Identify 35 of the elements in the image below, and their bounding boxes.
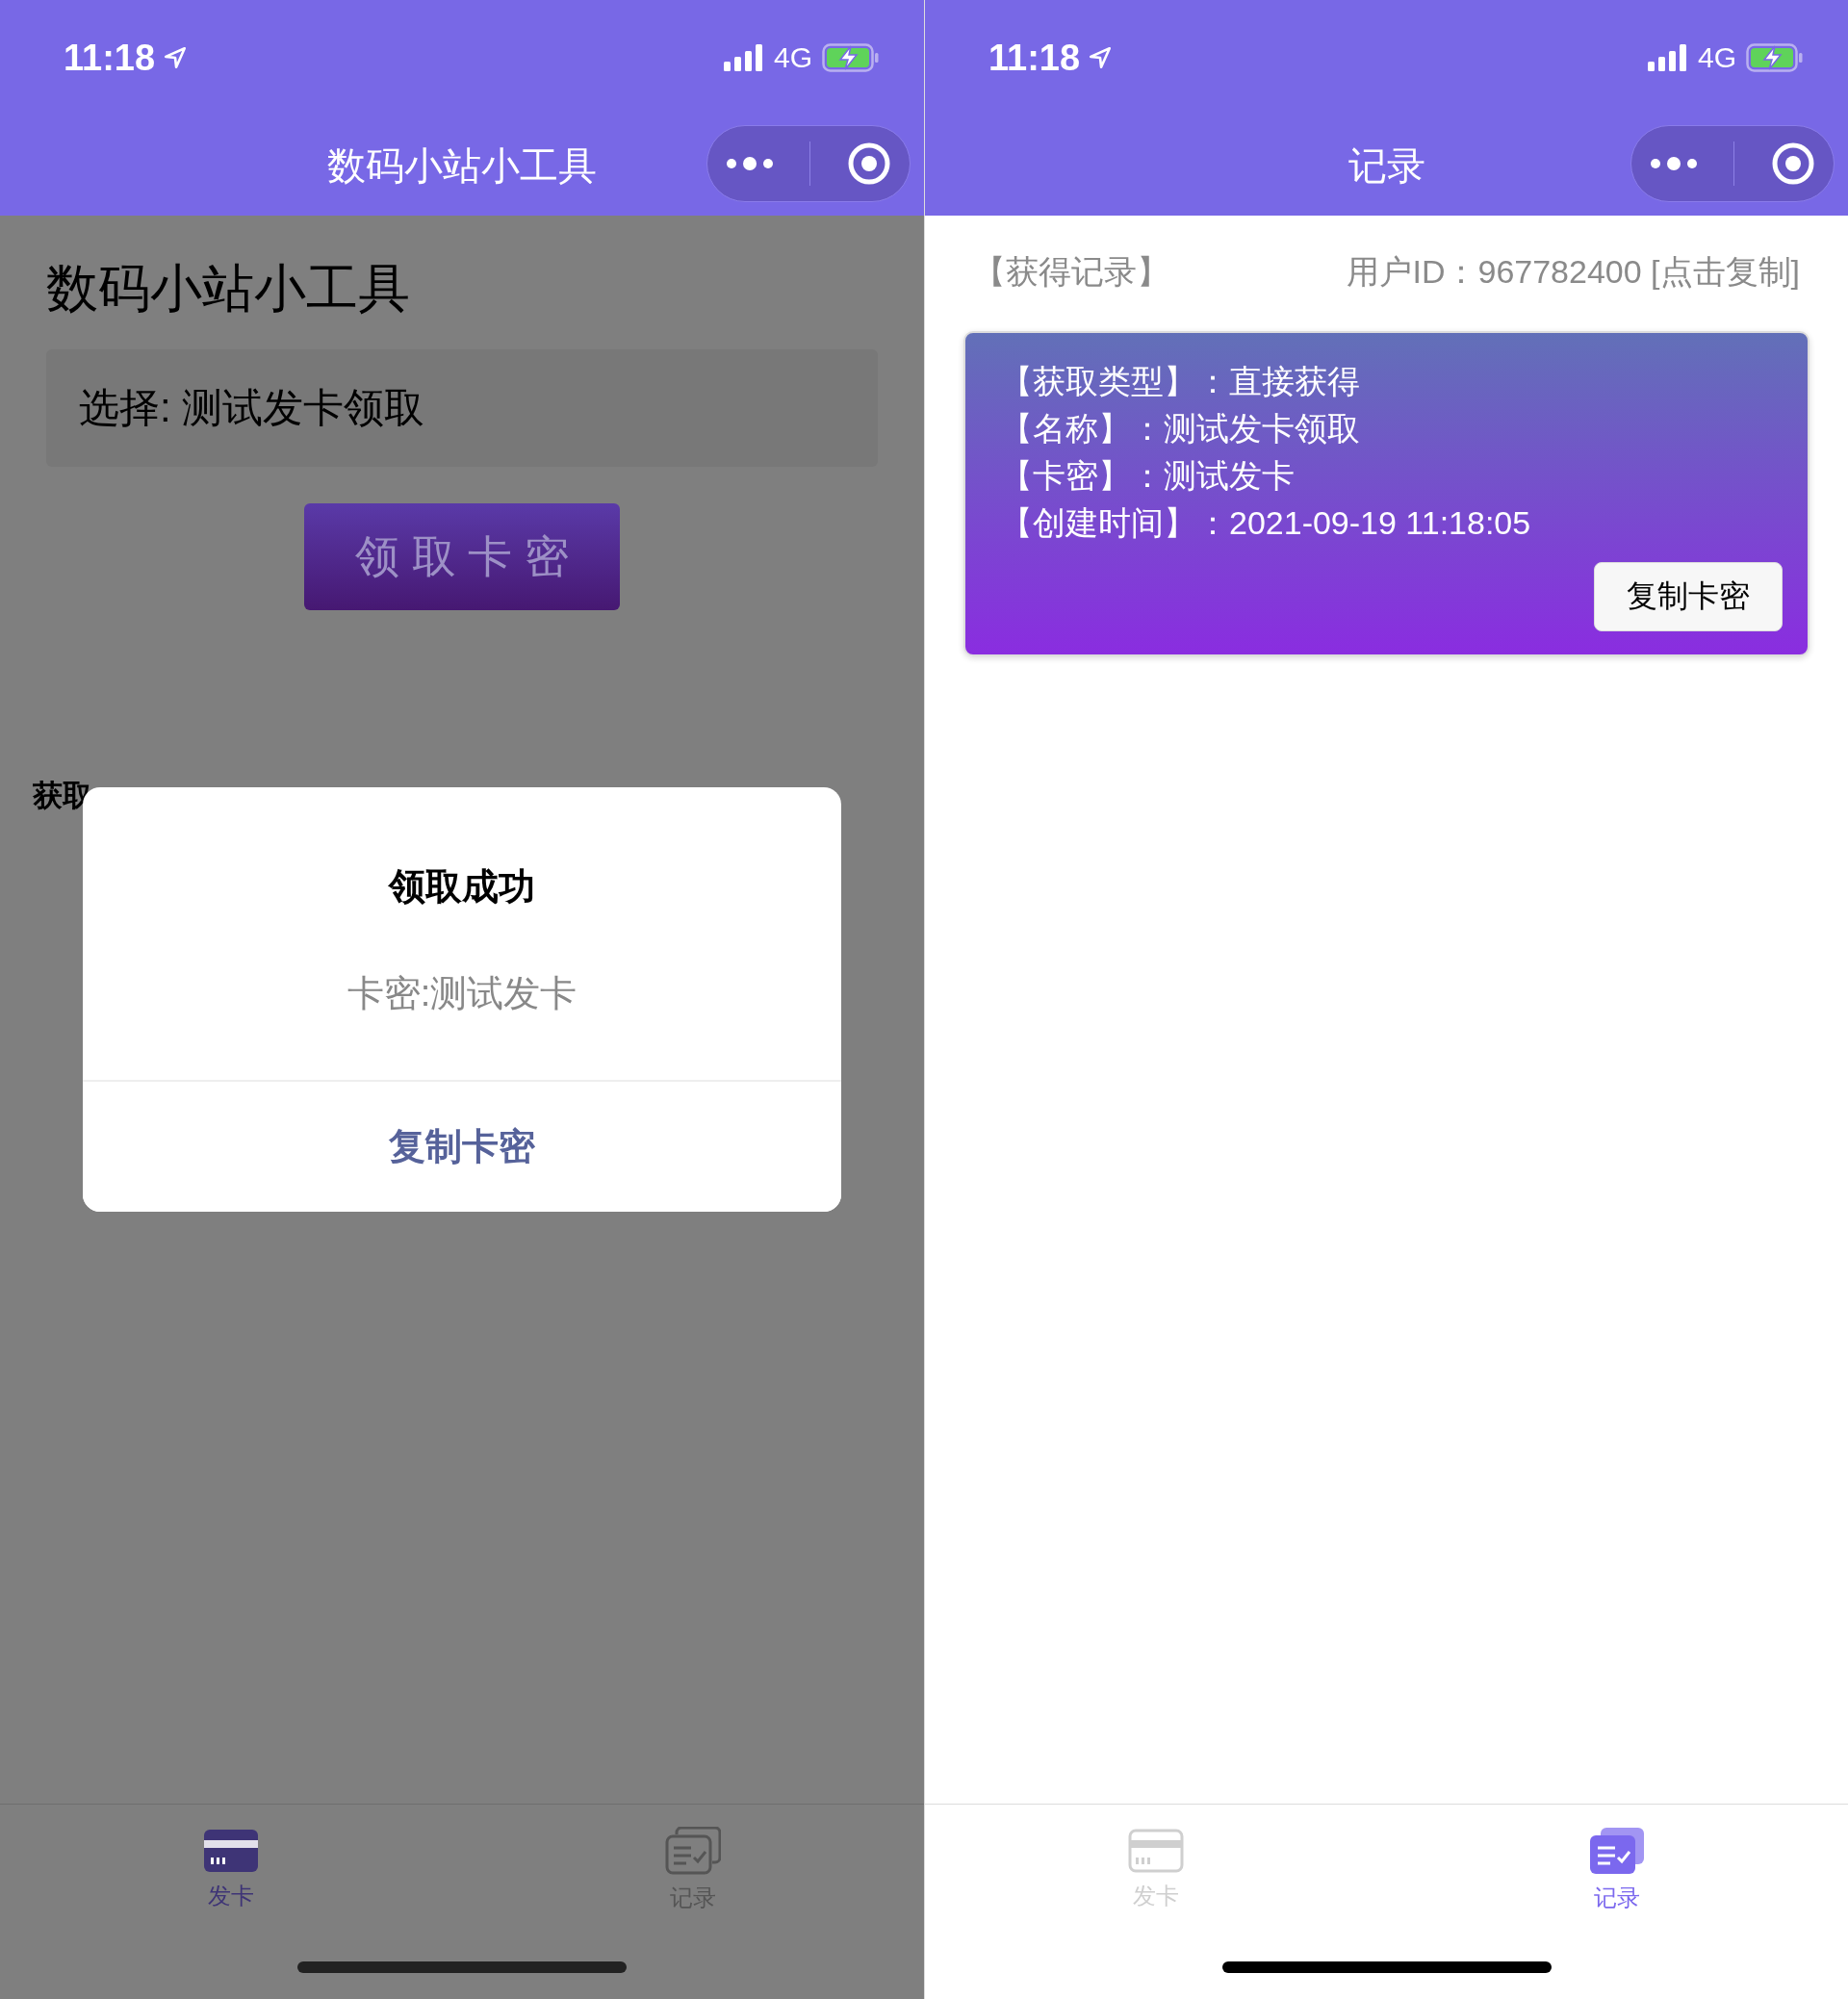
close-icon[interactable] [1771, 141, 1816, 186]
record-field: 【名称】：测试发卡领取 [1000, 405, 1773, 452]
credit-card-icon [1127, 1829, 1184, 1873]
nav-title: 数码小站小工具 [327, 142, 597, 189]
battery-charging-icon [822, 43, 880, 72]
credit-card-icon [203, 1829, 259, 1873]
more-icon[interactable] [725, 156, 774, 171]
status-time: 11:18 [64, 37, 156, 79]
claim-button[interactable]: 领 取 卡 密 [304, 503, 620, 610]
dialog-title: 领取成功 [389, 865, 535, 909]
close-icon[interactable] [847, 141, 892, 186]
checklist-stack-icon [665, 1827, 721, 1875]
signal-icon [723, 44, 764, 71]
tab[interactable]: 记录 [1386, 1805, 1848, 1935]
section-title: 【获得记录】 [973, 252, 1169, 292]
user-id-link[interactable]: 用户ID：967782400 [点击复制] [1347, 250, 1800, 295]
battery-charging-icon [1746, 43, 1804, 72]
status-time: 11:18 [988, 37, 1081, 79]
page-heading: 数码小站小工具 [46, 258, 411, 319]
record-field: 【获取类型】：直接获得 [1000, 358, 1773, 405]
checklist-stack-icon [1589, 1827, 1646, 1875]
nav-title: 记录 [1348, 142, 1425, 189]
copy-button[interactable]: 复制卡密 [83, 1080, 841, 1212]
signal-icon [1647, 44, 1688, 71]
copy-button[interactable]: 复制卡密 [1594, 562, 1783, 631]
location-arrow-icon [1088, 45, 1114, 70]
record-field: 【创建时间】：2021-09-19 11:18:05 [1000, 500, 1773, 547]
dialog-message: 卡密:测试发卡 [346, 972, 578, 1015]
network-type: 4G [1697, 41, 1736, 74]
selection-field[interactable]: 选择: 测试发卡领取 [46, 349, 878, 467]
tab[interactable]: 发卡 [0, 1805, 462, 1935]
network-type: 4G [773, 41, 812, 74]
record-field: 【卡密】：测试发卡 [1000, 452, 1773, 500]
location-arrow-icon [163, 45, 189, 70]
more-icon[interactable] [1649, 156, 1698, 171]
